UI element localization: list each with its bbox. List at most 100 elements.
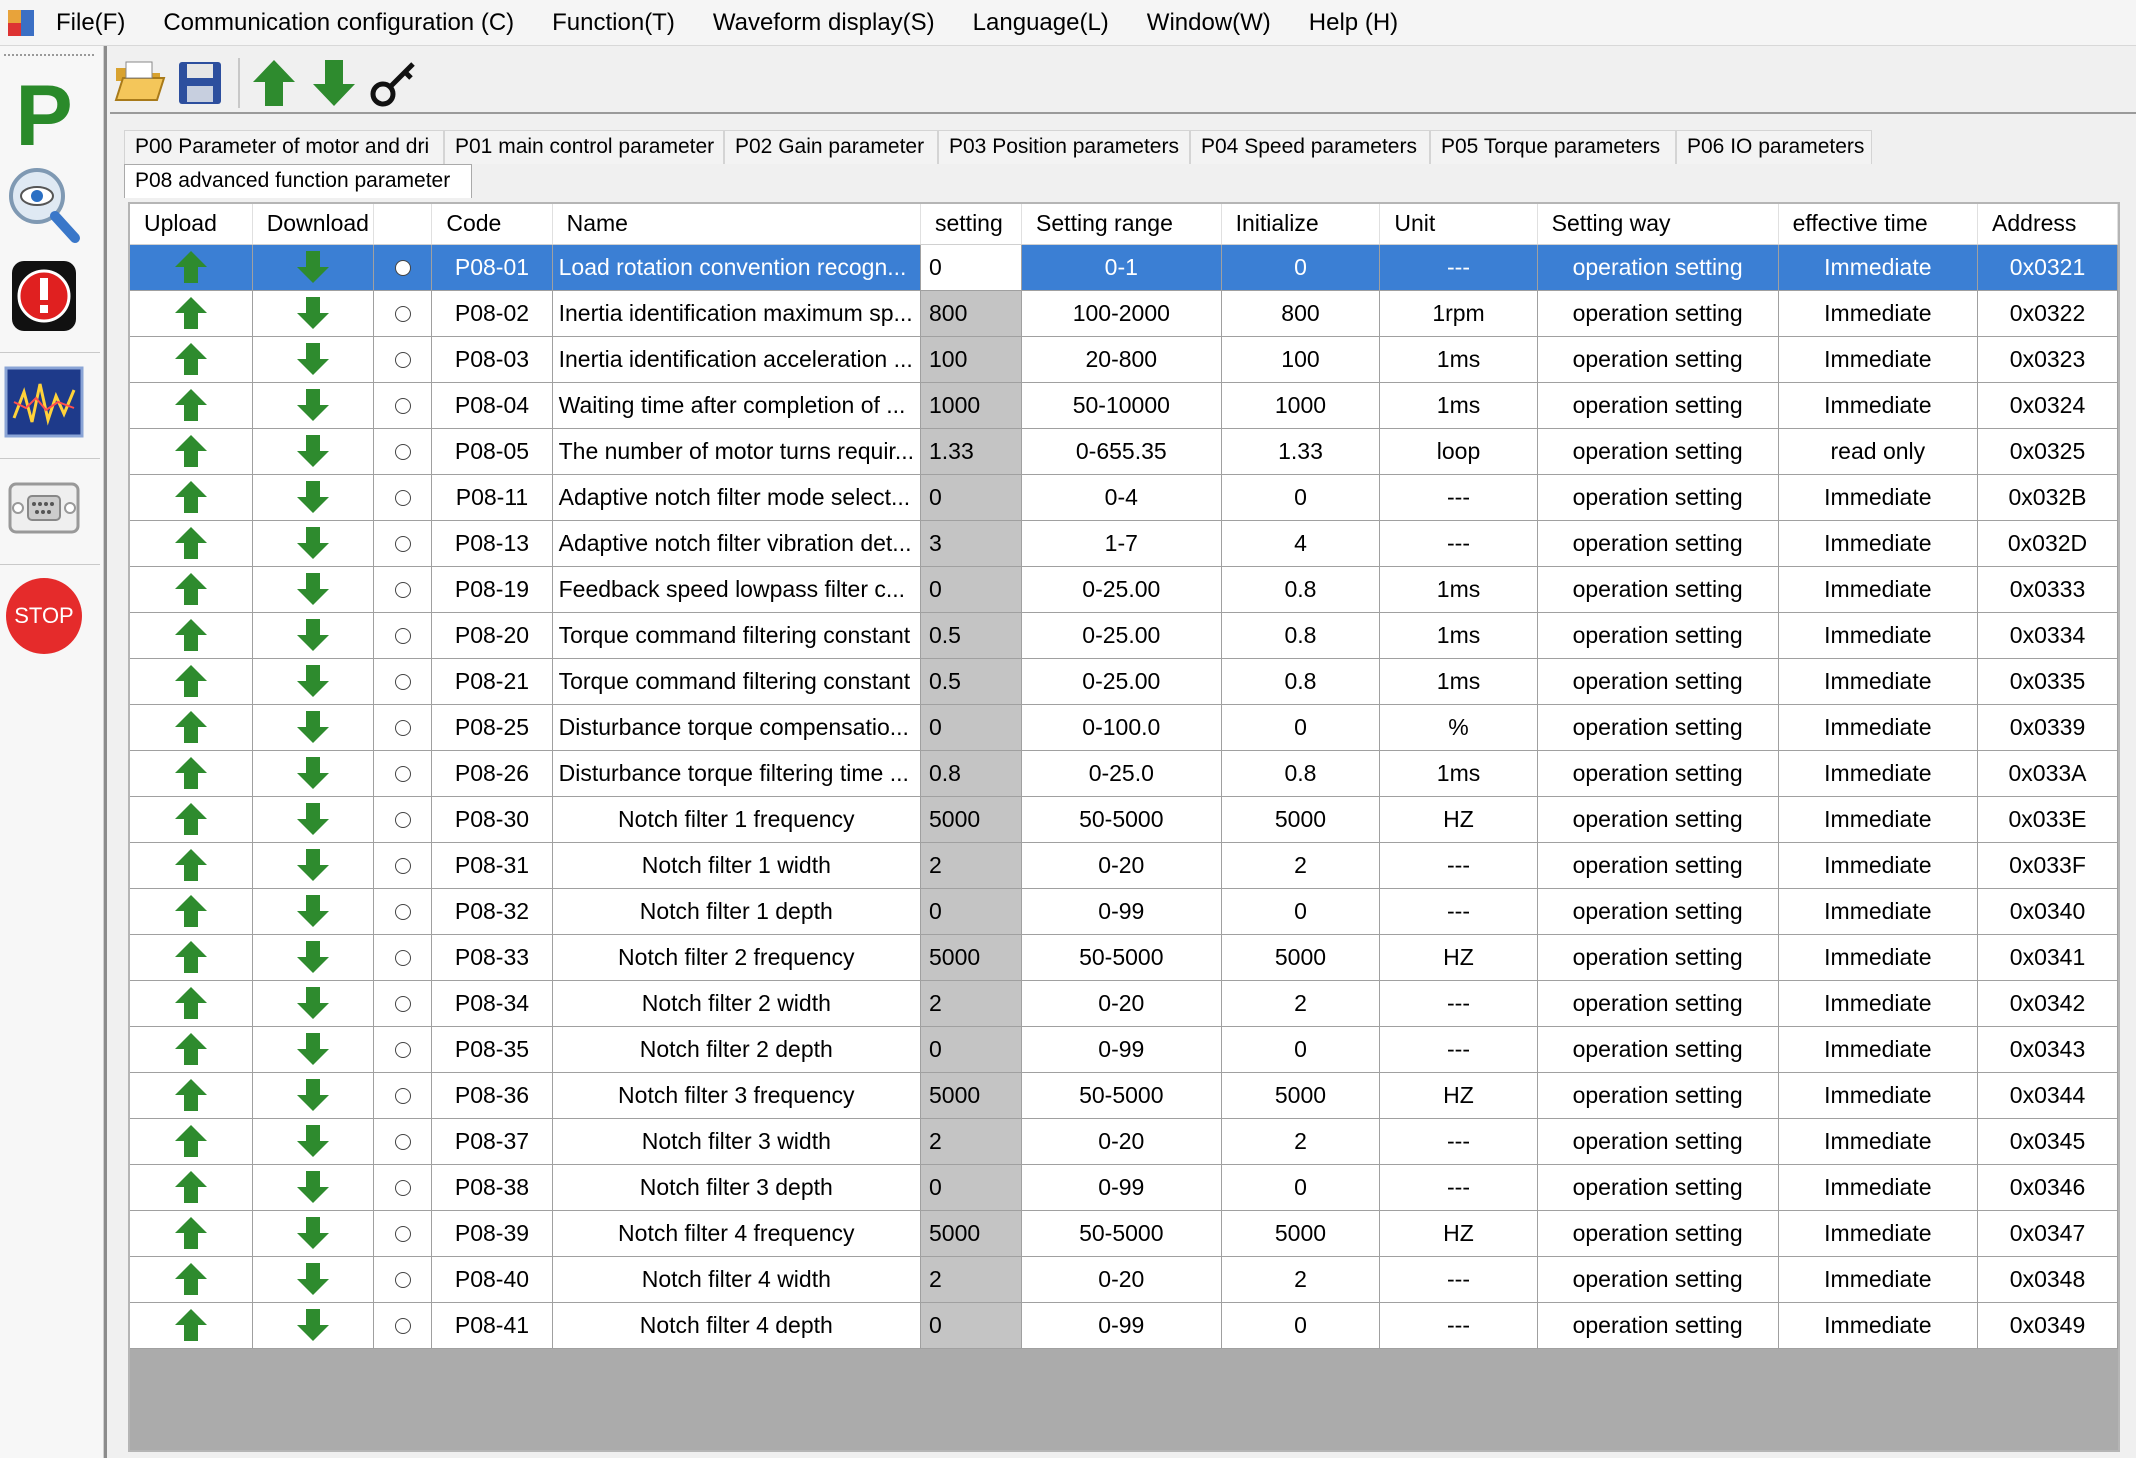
radio-button[interactable] xyxy=(394,1180,411,1197)
radio-button[interactable] xyxy=(394,1318,411,1335)
arrow-down-icon[interactable] xyxy=(296,342,330,376)
arrow-down-icon[interactable] xyxy=(296,848,330,882)
radio-button[interactable] xyxy=(394,1134,411,1151)
arrow-down-icon[interactable] xyxy=(296,1216,330,1250)
download-cell[interactable] xyxy=(252,520,375,567)
select-cell[interactable] xyxy=(373,1026,433,1073)
table-row[interactable]: P08-32 Notch filter 1 depth 0 0-99 0 --- opera… xyxy=(130,888,2118,935)
arrow-down-icon[interactable] xyxy=(296,710,330,744)
select-cell[interactable] xyxy=(373,290,433,337)
setting-cell[interactable]: 100 xyxy=(920,336,1023,383)
radio-button[interactable] xyxy=(394,1042,411,1059)
setting-cell[interactable]: 3 xyxy=(920,520,1023,567)
select-cell[interactable] xyxy=(373,658,433,705)
download-cell[interactable] xyxy=(252,1164,375,1211)
upload-cell[interactable] xyxy=(130,612,253,659)
table-row[interactable]: P08-33 Notch filter 2 frequency 5000 50-500… xyxy=(130,934,2118,981)
download-cell[interactable] xyxy=(252,934,375,981)
select-cell[interactable] xyxy=(373,244,433,291)
col-setting-way[interactable]: Setting way xyxy=(1537,204,1779,245)
arrow-up-icon[interactable] xyxy=(174,1262,208,1296)
upload-cell[interactable] xyxy=(130,1210,253,1257)
arrow-up-icon[interactable] xyxy=(174,250,208,284)
tab-p08[interactable]: P08 advanced function parameter xyxy=(124,164,472,198)
select-cell[interactable] xyxy=(373,612,433,659)
radio-button[interactable] xyxy=(394,674,411,691)
arrow-up-icon[interactable] xyxy=(174,710,208,744)
table-row[interactable]: P08-36 Notch filter 3 frequency 5000 50-500… xyxy=(130,1072,2118,1119)
radio-button[interactable] xyxy=(394,536,411,553)
setting-cell[interactable]: 0.8 xyxy=(920,750,1023,797)
table-row[interactable]: P08-35 Notch filter 2 depth 0 0-99 0 --- opera… xyxy=(130,1026,2118,1073)
menu-file[interactable]: File(F) xyxy=(56,9,125,37)
select-cell[interactable] xyxy=(373,474,433,521)
select-cell[interactable] xyxy=(373,888,433,935)
upload-cell[interactable] xyxy=(130,842,253,889)
table-row[interactable]: P08-20 Torque command filtering constant 0… xyxy=(130,612,2118,659)
setting-cell[interactable]: 1.33 xyxy=(920,428,1023,475)
radio-button[interactable] xyxy=(394,582,411,599)
col-code[interactable]: Code xyxy=(431,204,553,245)
table-row[interactable]: P08-11 Adaptive notch filter mode select.… xyxy=(130,474,2118,521)
setting-cell[interactable]: 0.5 xyxy=(920,612,1023,659)
arrow-down-icon[interactable] xyxy=(296,894,330,928)
setting-cell[interactable]: 0 xyxy=(920,566,1023,613)
setting-cell[interactable]: 5000 xyxy=(920,934,1023,981)
arrow-down-icon[interactable] xyxy=(296,434,330,468)
download-cell[interactable] xyxy=(252,658,375,705)
download-cell[interactable] xyxy=(252,336,375,383)
menu-language[interactable]: Language(L) xyxy=(973,9,1109,37)
upload-cell[interactable] xyxy=(130,1072,253,1119)
menu-help[interactable]: Help (H) xyxy=(1309,9,1398,37)
arrow-down-icon[interactable] xyxy=(296,1032,330,1066)
col-download[interactable]: Download xyxy=(252,204,375,245)
radio-button[interactable] xyxy=(394,490,411,507)
arrow-down-icon[interactable] xyxy=(296,618,330,652)
radio-button[interactable] xyxy=(394,996,411,1013)
setting-cell[interactable]: 5000 xyxy=(920,1072,1023,1119)
select-cell[interactable] xyxy=(373,1118,433,1165)
upload-cell[interactable] xyxy=(130,658,253,705)
table-row[interactable]: P08-26 Disturbance torque filtering time … xyxy=(130,750,2118,797)
arrow-up-icon[interactable] xyxy=(174,1308,208,1342)
download-cell[interactable] xyxy=(252,428,375,475)
download-cell[interactable] xyxy=(252,244,375,291)
radio-button[interactable] xyxy=(394,260,411,277)
arrow-down-icon[interactable] xyxy=(296,480,330,514)
tab-p03[interactable]: P03 Position parameters xyxy=(938,130,1190,164)
upload-cell[interactable] xyxy=(130,336,253,383)
download-cell[interactable] xyxy=(252,1210,375,1257)
upload-cell[interactable] xyxy=(130,474,253,521)
radio-button[interactable] xyxy=(394,306,411,323)
tab-p05[interactable]: P05 Torque parameters xyxy=(1430,130,1676,164)
col-initialize[interactable]: Initialize xyxy=(1221,204,1381,245)
setting-cell[interactable]: 1000 xyxy=(920,382,1023,429)
menu-window[interactable]: Window(W) xyxy=(1147,9,1271,37)
select-cell[interactable] xyxy=(373,842,433,889)
arrow-up-icon[interactable] xyxy=(174,756,208,790)
radio-button[interactable] xyxy=(394,720,411,737)
download-cell[interactable] xyxy=(252,566,375,613)
arrow-up-icon[interactable] xyxy=(174,480,208,514)
select-cell[interactable] xyxy=(373,1256,433,1303)
table-row[interactable]: P08-01 Load rotation convention recogn...… xyxy=(130,244,2118,291)
download-all-button[interactable] xyxy=(306,55,362,111)
setting-cell[interactable]: 0 xyxy=(920,1302,1023,1349)
upload-cell[interactable] xyxy=(130,704,253,751)
col-upload[interactable]: Upload xyxy=(130,204,253,245)
arrow-up-icon[interactable] xyxy=(174,664,208,698)
arrow-down-icon[interactable] xyxy=(296,572,330,606)
download-cell[interactable] xyxy=(252,842,375,889)
download-cell[interactable] xyxy=(252,474,375,521)
tab-p00[interactable]: P00 Parameter of motor and dri xyxy=(124,130,444,164)
arrow-up-icon[interactable] xyxy=(174,1032,208,1066)
radio-button[interactable] xyxy=(394,904,411,921)
download-cell[interactable] xyxy=(252,1072,375,1119)
setting-cell[interactable]: 2 xyxy=(920,842,1023,889)
setting-cell[interactable]: 0.5 xyxy=(920,658,1023,705)
password-button[interactable] xyxy=(366,55,422,111)
setting-cell[interactable]: 0 xyxy=(920,1026,1023,1073)
table-row[interactable]: P08-40 Notch filter 4 width 2 0-20 2 --- opera… xyxy=(130,1256,2118,1303)
col-address[interactable]: Address xyxy=(1977,204,2118,245)
select-cell[interactable] xyxy=(373,1302,433,1349)
